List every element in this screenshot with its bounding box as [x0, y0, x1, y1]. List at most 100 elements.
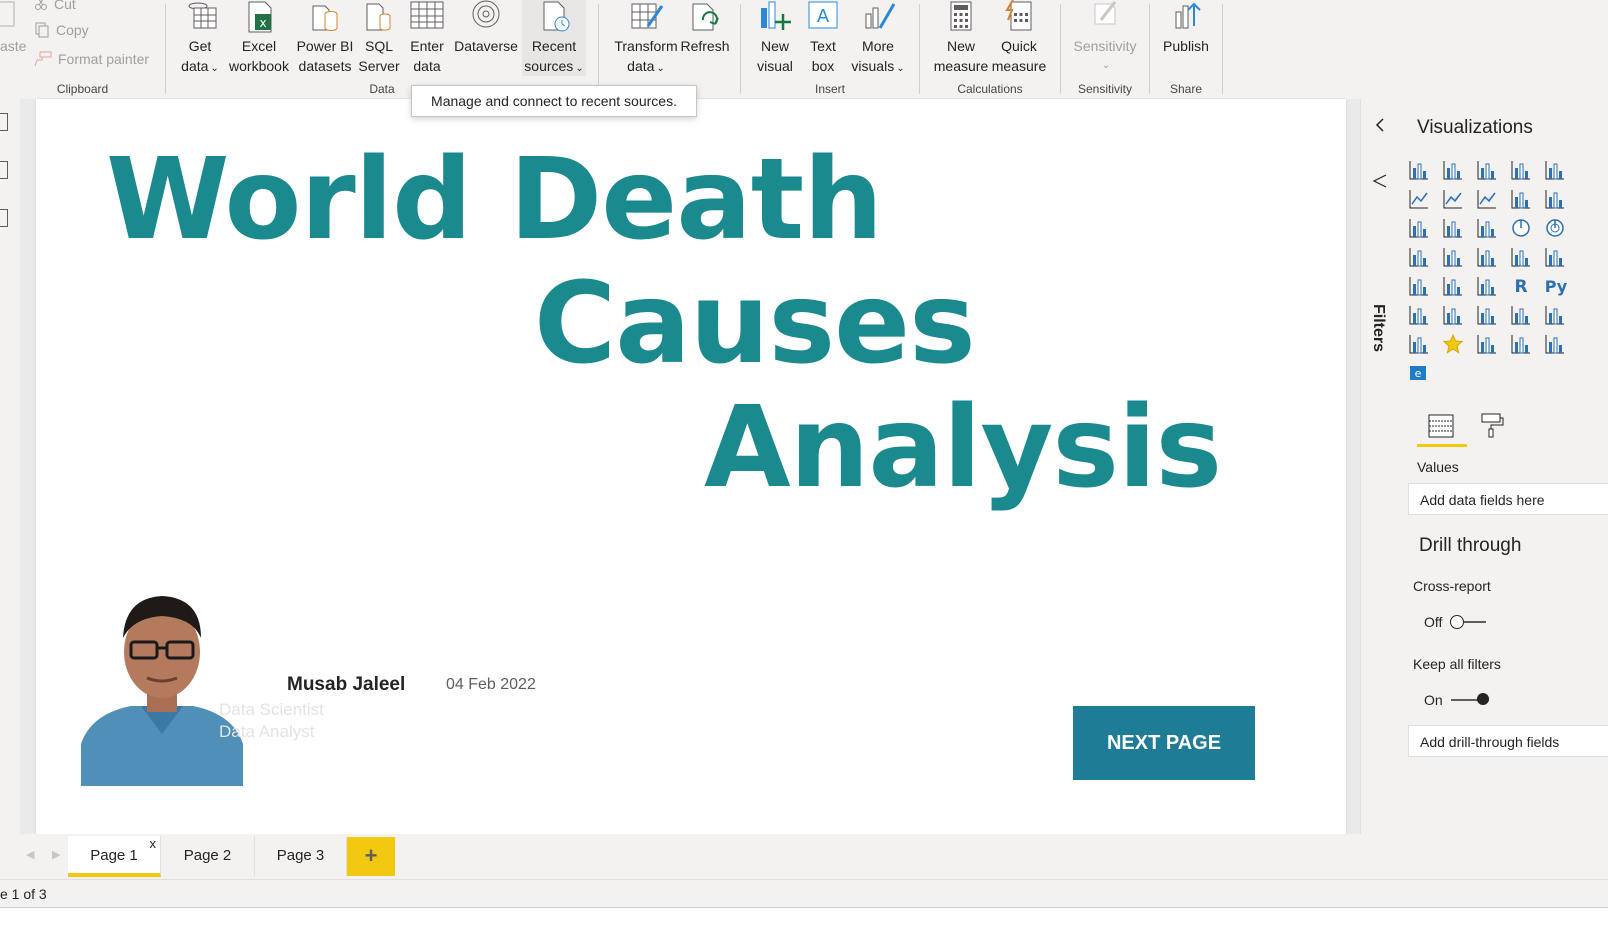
r-visual-icon[interactable]: R: [1510, 275, 1534, 297]
next-page-button[interactable]: NEXT PAGE: [1073, 706, 1255, 780]
format-paint-roller-icon[interactable]: [1478, 411, 1506, 439]
paste-button[interactable]: aste: [0, 0, 26, 56]
ribbon-separator: [1222, 4, 1223, 94]
clustered-bar-icon[interactable]: [1476, 159, 1500, 181]
area-chart-icon[interactable]: [1442, 188, 1466, 210]
copy-icon: [35, 22, 49, 38]
sql-server-button[interactable]: SQL Server: [358, 0, 400, 76]
paginated-report-icon[interactable]: [1510, 304, 1534, 326]
scatter-icon[interactable]: [1476, 217, 1500, 239]
get-data-button[interactable]: Get data ⌄: [176, 0, 224, 79]
publish-button[interactable]: Publish: [1158, 0, 1214, 56]
image-icon[interactable]: [1476, 333, 1500, 355]
ribbon-chart-icon[interactable]: [1408, 217, 1432, 239]
cross-report-state: Off: [1424, 614, 1443, 630]
refresh-button[interactable]: Refresh: [679, 0, 731, 56]
database-grid-icon: [188, 2, 217, 29]
filters-label[interactable]: Filters: [1369, 304, 1387, 352]
drill-through-drop-well[interactable]: Add drill-through fields: [1408, 725, 1608, 757]
svg-text:A: A: [817, 6, 830, 27]
line-clustered-icon[interactable]: [1544, 188, 1568, 210]
recent-sources-button[interactable]: Recent sources ⌄: [522, 0, 586, 76]
report-date: 04 Feb 2022: [446, 676, 536, 693]
values-drop-well[interactable]: Add data fields here: [1408, 483, 1608, 515]
clustered-column-icon[interactable]: [1510, 159, 1534, 181]
chevron-left-icon[interactable]: [1374, 117, 1386, 133]
toggle-switch-on[interactable]: [1450, 693, 1489, 707]
smart-narrative-icon[interactable]: [1476, 304, 1500, 326]
stacked-column-icon[interactable]: [1442, 159, 1466, 181]
python-visual-icon[interactable]: Py: [1544, 275, 1568, 297]
sensitivity-label-icon: [1094, 1, 1117, 25]
active-tab-indicator: [1417, 444, 1467, 447]
cut-button[interactable]: Cut: [34, 0, 76, 12]
paste-icon: [0, 1, 15, 27]
values-label: Values: [1417, 459, 1459, 475]
calculations-group-label: Calculations: [957, 82, 1023, 96]
calculator-icon: [950, 1, 972, 31]
clipboard-group: aste Cut Copy Format painter Clipboard: [0, 0, 165, 99]
filled-map-icon[interactable]: [1442, 246, 1466, 268]
power-apps-icon[interactable]: [1544, 304, 1568, 326]
toggle-switch-off[interactable]: [1450, 615, 1487, 629]
qa-icon[interactable]: [1442, 304, 1466, 326]
table-icon[interactable]: [1442, 275, 1466, 297]
excel-workbook-button[interactable]: x Excel workbook: [226, 0, 292, 76]
enter-data-button[interactable]: Enter data: [404, 0, 450, 76]
decomposition-tree-icon[interactable]: [1408, 304, 1432, 326]
cross-report-toggle[interactable]: Off: [1424, 614, 1487, 630]
map-icon[interactable]: [1408, 246, 1432, 268]
percent-bar-icon[interactable]: [1544, 159, 1568, 181]
dataverse-button[interactable]: Dataverse: [452, 0, 520, 56]
page-tab-1[interactable]: Page 1 x: [68, 836, 161, 877]
stacked-bar-icon[interactable]: [1408, 159, 1432, 181]
donut-icon[interactable]: [1544, 217, 1568, 239]
format-painter-button[interactable]: Format painter: [34, 51, 149, 67]
model-view-icon[interactable]: [0, 209, 8, 227]
new-measure-button[interactable]: New measure: [932, 0, 990, 76]
filter-funnel-icon[interactable]: [1372, 173, 1388, 189]
svg-text:Py: Py: [1545, 277, 1568, 296]
scroll-left-icon[interactable]: ◀: [26, 848, 34, 861]
copy-button[interactable]: Copy: [34, 22, 89, 38]
stacked-area-icon[interactable]: [1476, 188, 1500, 210]
chevron-down-icon: ⌄: [1101, 60, 1111, 71]
dotted-grid-icon[interactable]: [1544, 333, 1568, 355]
pie-chart-icon[interactable]: [1510, 217, 1534, 239]
data-view-icon[interactable]: [0, 161, 8, 179]
multirow-card-icon[interactable]: [1544, 246, 1568, 268]
sensitivity-button[interactable]: Sensitivity ⌄: [1069, 0, 1141, 76]
line-column-icon[interactable]: [1510, 188, 1534, 210]
custom-visual-icon[interactable]: e: [1408, 362, 1432, 384]
line-chart-icon[interactable]: [1408, 188, 1432, 210]
new-visual-button[interactable]: New visual: [753, 0, 797, 76]
star-icon[interactable]: [1442, 333, 1466, 355]
chevron-down-icon: ⌄: [575, 63, 584, 74]
keep-all-filters-toggle[interactable]: On: [1424, 692, 1489, 708]
share-group: Publish Share: [1150, 0, 1222, 99]
insert-group-label: Insert: [814, 82, 845, 96]
report-view-icon[interactable]: [0, 113, 8, 131]
powerbi-datasets-button[interactable]: Power BI datasets: [294, 0, 356, 76]
fields-tab-icon[interactable]: [1427, 411, 1455, 439]
matrix-icon[interactable]: [1476, 275, 1500, 297]
quick-measure-button[interactable]: Quick measure: [990, 0, 1048, 76]
scroll-right-icon[interactable]: ▶: [52, 848, 60, 861]
key-influencers-icon[interactable]: [1408, 333, 1432, 355]
tiles-icon[interactable]: [1510, 333, 1534, 355]
text-box-button[interactable]: A Text box: [803, 0, 843, 76]
page-tab-2[interactable]: Page 2: [161, 836, 255, 876]
text-box-icon: A: [808, 1, 838, 29]
funnel-icon[interactable]: [1442, 217, 1466, 239]
card-icon[interactable]: [1510, 246, 1534, 268]
gauge-icon[interactable]: [1476, 246, 1500, 268]
add-page-button[interactable]: +: [347, 837, 395, 876]
transform-data-button[interactable]: Transform data ⌄: [609, 0, 683, 79]
chevron-down-icon: ⌄: [656, 63, 665, 74]
close-icon[interactable]: x: [150, 824, 157, 864]
dataverse-icon: [472, 0, 500, 28]
page-tab-3[interactable]: Page 3: [255, 836, 347, 876]
more-visuals-button[interactable]: More visuals ⌄: [849, 0, 907, 79]
slicer-icon[interactable]: [1408, 275, 1432, 297]
table-icon: [410, 1, 444, 29]
